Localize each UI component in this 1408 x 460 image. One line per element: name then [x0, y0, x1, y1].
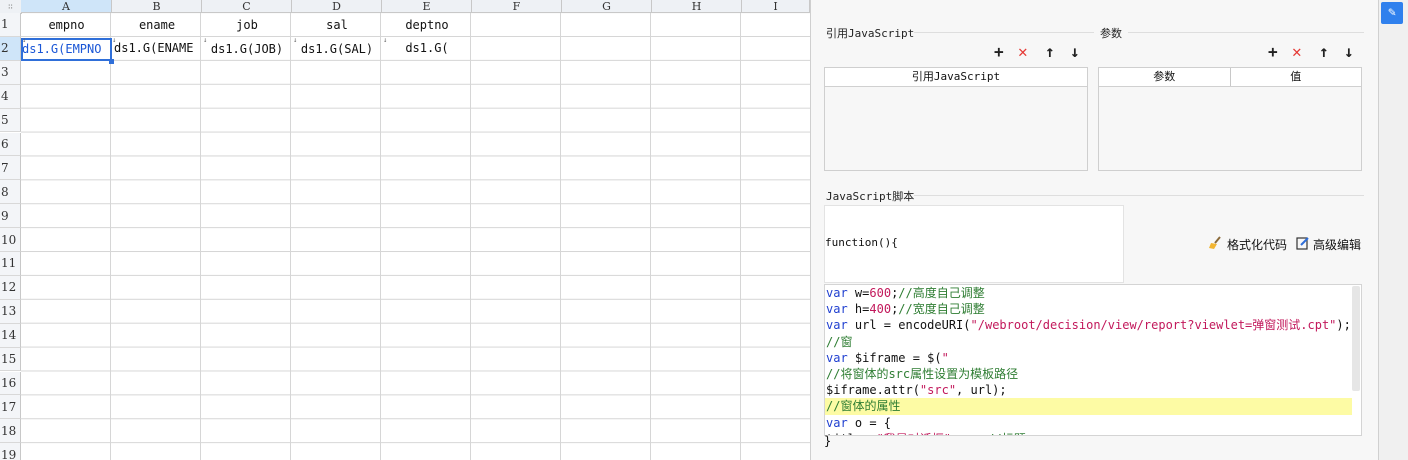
code-line: //窗 [826, 334, 853, 349]
cell-b2[interactable]: ds1.G(ENAME [112, 37, 202, 60]
row-header-17[interactable]: 17 [0, 395, 21, 420]
advanced-edit-button[interactable]: 高级编辑 [1296, 236, 1361, 253]
select-all-corner[interactable]: ∷ [0, 0, 22, 14]
column-header-f[interactable]: F [472, 0, 562, 13]
function-prefix: function(){ [824, 205, 1124, 283]
cell-d2[interactable]: ds1.G(SAL) [292, 38, 382, 61]
divider [914, 195, 1364, 196]
expand-down-icon: ↓ [293, 36, 298, 44]
cell-e2[interactable]: ds1.G( [382, 37, 472, 60]
row-header-4[interactable]: 4 [0, 84, 21, 109]
code-line: var o = { [826, 415, 892, 430]
divider [1128, 32, 1364, 33]
column-header-i[interactable]: I [742, 0, 810, 13]
code-line-current: //窗体的属性 [825, 398, 1352, 415]
spreadsheet[interactable]: ∷ A B C D E F G H I 1 2 3 4 5 6 7 8 9 10 11 12 13 14 1… [0, 0, 810, 460]
row-header-12[interactable]: 12 [0, 275, 21, 300]
ref-js-title: 引用JavaScript [826, 27, 915, 40]
cell-grid[interactable] [21, 13, 810, 460]
cell-b1[interactable]: ename [112, 14, 202, 37]
param-name-column-header: 参数 [1099, 68, 1231, 86]
row-header-2[interactable]: 2 [0, 36, 21, 61]
ref-js-table[interactable]: 引用JavaScript [824, 67, 1088, 171]
code-line: //将窗体的src属性设置为模板路径 [826, 366, 1019, 381]
code-scrollbar[interactable] [1352, 286, 1360, 391]
move-up-ref-js-button[interactable]: ↑ [1045, 42, 1055, 61]
row-header-14[interactable]: 14 [0, 323, 21, 348]
remove-param-button[interactable]: ✕ [1292, 42, 1302, 61]
broom-icon [1208, 236, 1224, 253]
js-code-editor[interactable]: var w=600;//高度自己调整 var h=400;//宽度自己调整 va… [824, 284, 1362, 436]
column-header-e[interactable]: E [382, 0, 472, 13]
ref-js-column-header: 引用JavaScript [911, 70, 1001, 83]
move-down-ref-js-button[interactable]: ↓ [1070, 42, 1080, 61]
code-line: var w=600;//高度自己调整 [826, 286, 985, 300]
expand-down-icon: ↓ [112, 36, 117, 44]
column-header-c[interactable]: C [202, 0, 292, 13]
row-header-1[interactable]: 1 [0, 13, 21, 37]
row-header-8[interactable]: 8 [0, 180, 21, 205]
cell-a1[interactable]: empno [22, 14, 111, 37]
row-header-11[interactable]: 11 [0, 252, 21, 276]
cell-c1[interactable]: job [202, 14, 292, 37]
fill-handle[interactable] [109, 59, 114, 64]
expand-down-icon: ↓ [203, 36, 208, 44]
row-header-16[interactable]: 16 [0, 371, 21, 396]
function-suffix: } [824, 434, 832, 448]
function-prefix-text: function(){ [825, 236, 898, 249]
divider [914, 32, 1094, 33]
column-header-h[interactable]: H [652, 0, 742, 13]
format-code-button[interactable]: 格式化代码 [1208, 236, 1287, 253]
code-line: var $iframe = $(" [826, 350, 949, 365]
remove-ref-js-button[interactable]: ✕ [1018, 42, 1028, 61]
pencil-icon[interactable]: ✎ [1381, 2, 1403, 24]
column-header-d[interactable]: D [292, 0, 382, 13]
row-header-6[interactable]: 6 [0, 132, 21, 157]
params-title: 参数 [1100, 27, 1122, 40]
cell-d1[interactable]: sal [292, 14, 382, 37]
row-header-13[interactable]: 13 [0, 299, 21, 324]
code-line: $iframe.attr("src", url); [826, 383, 1007, 398]
add-param-button[interactable]: + [1268, 42, 1278, 61]
param-value-column-header: 值 [1290, 70, 1302, 83]
advanced-edit-label: 高级编辑 [1313, 238, 1362, 252]
cell-a2[interactable]: ds1.G(EMPNO [21, 38, 112, 61]
code-line: title: "我是对话框", //标题 [825, 431, 1361, 435]
row-header-18[interactable]: 18 [0, 419, 21, 444]
expand-down-icon: ↓ [383, 36, 388, 44]
params-table[interactable]: 参数 值 [1098, 67, 1362, 171]
move-up-param-button[interactable]: ↑ [1319, 42, 1329, 61]
code-line: var url = encodeURI("/webroot/decision/v… [826, 318, 1351, 333]
code-line: var h=400;//宽度自己调整 [826, 302, 985, 317]
row-header-10[interactable]: 10 [0, 228, 21, 252]
row-header-3[interactable]: 3 [0, 60, 21, 85]
side-strip: ✎ [1378, 0, 1408, 460]
row-header-5[interactable]: 5 [0, 108, 21, 133]
row-header-19[interactable]: 19 [0, 443, 21, 460]
move-down-param-button[interactable]: ↓ [1344, 42, 1354, 61]
cell-c2[interactable]: ds1.G(JOB) [202, 38, 292, 61]
column-header-a[interactable]: A [21, 0, 112, 13]
format-code-label: 格式化代码 [1227, 238, 1288, 252]
column-header-g[interactable]: G [562, 0, 652, 13]
edit-icon [1296, 236, 1310, 253]
row-header-15[interactable]: 15 [0, 347, 21, 372]
row-header-7[interactable]: 7 [0, 156, 21, 181]
expand-down-icon: ↓ [22, 36, 27, 44]
cell-e1[interactable]: deptno [382, 14, 472, 37]
js-script-title: JavaScript脚本 [826, 190, 915, 203]
column-header-b[interactable]: B [112, 0, 202, 13]
row-header-9[interactable]: 9 [0, 204, 21, 229]
add-ref-js-button[interactable]: + [994, 42, 1004, 61]
